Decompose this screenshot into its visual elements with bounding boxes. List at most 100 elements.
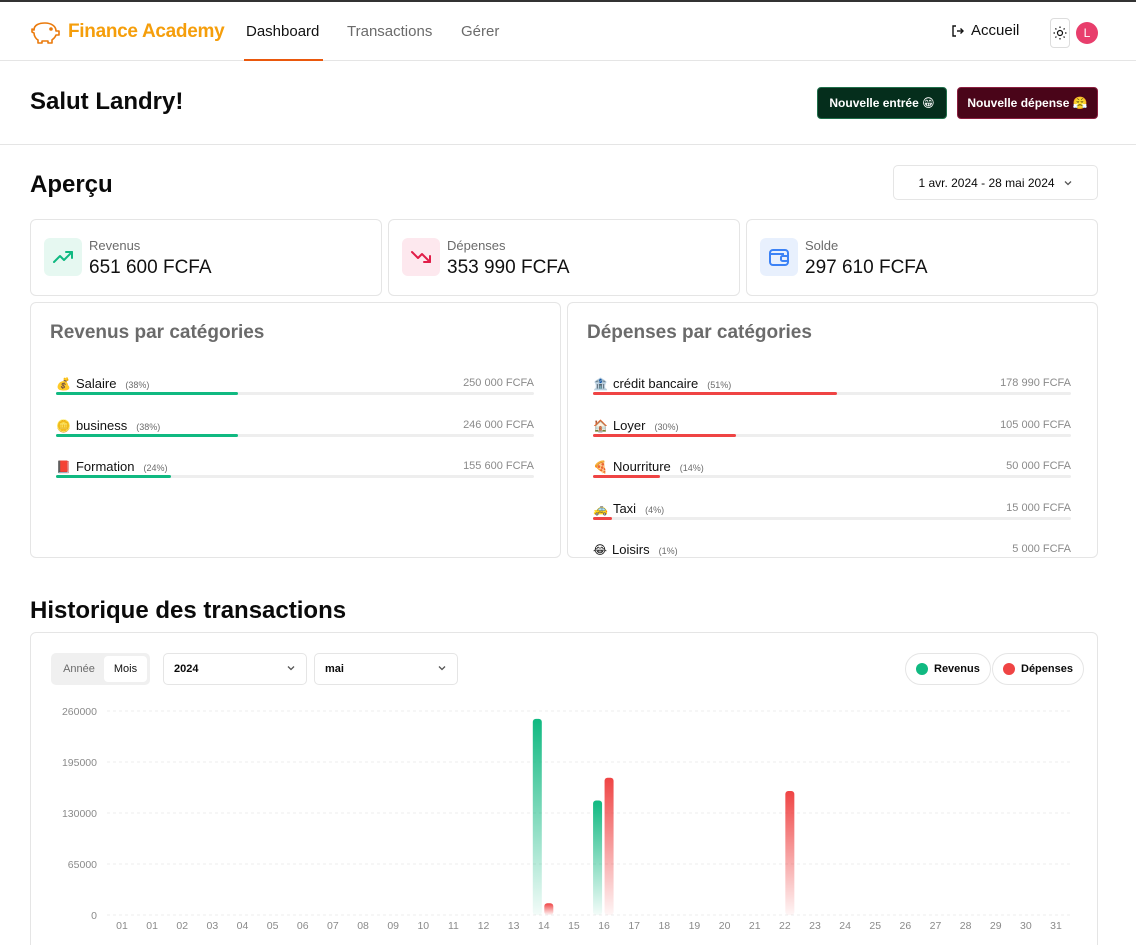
category-row: 🏠 Loyer (30%) 105 000 FCFA	[593, 418, 1071, 448]
active-nav-indicator	[244, 59, 323, 61]
category-emoji: 🍕	[593, 460, 608, 474]
category-emoji: 💰	[56, 377, 71, 391]
greeting: Salut Landry!	[30, 88, 184, 115]
category-progress-track	[593, 392, 1071, 395]
category-progress-track	[593, 475, 1071, 478]
x-tick-label: 15	[568, 920, 580, 932]
y-tick-label: 130000	[62, 808, 97, 820]
user-avatar[interactable]: L	[1076, 22, 1098, 44]
category-percent: (51%)	[707, 380, 732, 390]
tab-month[interactable]: Mois	[104, 656, 147, 682]
category-amount: 250 000 FCFA	[463, 377, 534, 389]
x-tick-label: 29	[990, 920, 1002, 932]
tab-year[interactable]: Année	[55, 656, 103, 682]
category-amount: 5 000 FCFA	[1012, 543, 1071, 555]
category-amount: 155 600 FCFA	[463, 460, 534, 472]
category-label: business	[75, 417, 128, 433]
x-tick-label: 03	[207, 920, 219, 932]
history-card: 0 65000 130000 195000 260000 01 01 02 03 04 05 06 07…	[30, 632, 1098, 945]
category-percent: (30%)	[654, 421, 679, 432]
expense-bar[interactable]	[604, 777, 614, 915]
expense-bar[interactable]	[785, 791, 795, 915]
month-select[interactable]: mai	[314, 653, 458, 685]
category-emoji: 🏦	[593, 377, 608, 391]
legend-expense-dot	[1003, 663, 1015, 675]
trending-up-icon	[44, 238, 82, 276]
category-percent: (4%)	[645, 504, 665, 515]
category-progress-track	[56, 433, 534, 437]
x-tick-label: 26	[900, 920, 912, 932]
category-progress-track	[56, 392, 534, 395]
history-title: Historique des transactions	[30, 597, 347, 624]
category-emoji: 😂	[593, 543, 608, 557]
category-label: Loisirs	[612, 542, 650, 557]
category-name: 🏠 Loyer (30%)	[593, 418, 679, 433]
stat-label: Revenus	[89, 238, 141, 253]
x-tick-label: 14	[538, 920, 550, 932]
x-tick-label: 05	[267, 920, 279, 932]
category-label: Salaire	[75, 376, 117, 391]
new-expense-button[interactable]: Nouvelle dépense 😤	[957, 87, 1098, 119]
category-emoji: 📕	[56, 460, 71, 474]
nav-dashboard[interactable]: Dashboard	[246, 23, 319, 40]
date-range-label: 1 avr. 2024 - 28 mai 2024	[918, 175, 1055, 190]
theme-toggle-button[interactable]	[1050, 18, 1070, 48]
income-bar[interactable]	[593, 800, 603, 915]
category-percent: (14%)	[679, 463, 704, 473]
stat-card-expense: Dépenses 353 990 FCFA	[388, 219, 740, 296]
brand-name: Finance Academy	[68, 21, 225, 42]
home-link[interactable]: Accueil	[951, 22, 1019, 39]
income-bar[interactable]	[532, 718, 542, 915]
category-name: 🍕 Nourriture (14%)	[593, 459, 704, 474]
brand-logo[interactable]: Finance Academy	[30, 20, 225, 44]
category-percent: (38%)	[125, 380, 150, 390]
category-row: 🚕 Taxi (4%) 15 000 FCFA	[593, 501, 1071, 531]
stat-value: 297 610 FCFA	[805, 257, 928, 278]
category-percent: (1%)	[658, 546, 678, 556]
period-toggle: Année Mois	[51, 653, 150, 685]
category-progress-fill	[593, 392, 837, 395]
category-percent: (24%)	[143, 463, 168, 473]
category-row: 🍕 Nourriture (14%) 50 000 FCFA	[593, 459, 1071, 489]
legend-income-toggle[interactable]: Revenus	[905, 653, 991, 685]
x-tick-label: 22	[779, 920, 791, 932]
nav-transactions[interactable]: Transactions	[347, 23, 432, 40]
x-tick-label: 10	[417, 920, 429, 932]
stat-value: 651 600 FCFA	[89, 257, 212, 278]
category-percent: (38%)	[136, 421, 161, 432]
category-row: 😂 Loisirs (1%) 5 000 FCFA	[593, 542, 1071, 557]
category-progress-track	[56, 475, 534, 478]
x-tick-label: 19	[689, 920, 701, 932]
x-tick-label: 11	[448, 920, 459, 932]
expense-bar[interactable]	[544, 903, 554, 915]
x-tick-label: 18	[658, 920, 670, 932]
divider	[0, 144, 1136, 145]
category-amount: 50 000 FCFA	[1006, 460, 1071, 472]
x-tick-label: 12	[478, 920, 490, 932]
category-name: 📕 Formation (24%)	[56, 459, 168, 474]
wallet-icon	[760, 238, 798, 276]
category-name: 😂 Loisirs (1%)	[593, 542, 678, 557]
x-tick-label: 25	[869, 920, 881, 932]
new-income-button[interactable]: Nouvelle entrée 😁	[817, 87, 947, 119]
nav-manage[interactable]: Gérer	[461, 23, 499, 40]
category-name: 🚕 Taxi (4%)	[593, 501, 664, 516]
logout-icon	[952, 24, 964, 37]
category-amount: 105 000 FCFA	[1000, 418, 1071, 431]
category-progress-fill	[56, 475, 171, 478]
category-name: 🏦 crédit bancaire (51%)	[593, 376, 731, 391]
navbar: Finance Academy Dashboard Transactions G…	[0, 2, 1136, 61]
y-tick-label: 260000	[62, 706, 97, 718]
date-range-picker[interactable]: 1 avr. 2024 - 28 mai 2024	[893, 165, 1098, 200]
piggy-bank-icon	[31, 22, 60, 44]
category-progress-fill	[56, 392, 238, 395]
category-name: 🪙 business (38%)	[56, 418, 160, 433]
category-row: 💰 Salaire (38%) 250 000 FCFA	[56, 376, 534, 406]
category-row: 🏦 crédit bancaire (51%) 178 990 FCFA	[593, 376, 1071, 406]
legend-expense-toggle[interactable]: Dépenses	[992, 653, 1084, 685]
legend-income-label: Revenus	[934, 663, 980, 675]
category-label: Taxi	[612, 500, 637, 516]
year-select[interactable]: 2024	[163, 653, 307, 685]
category-row: 🪙 business (38%) 246 000 FCFA	[56, 418, 534, 448]
category-label: crédit bancaire	[612, 376, 699, 391]
